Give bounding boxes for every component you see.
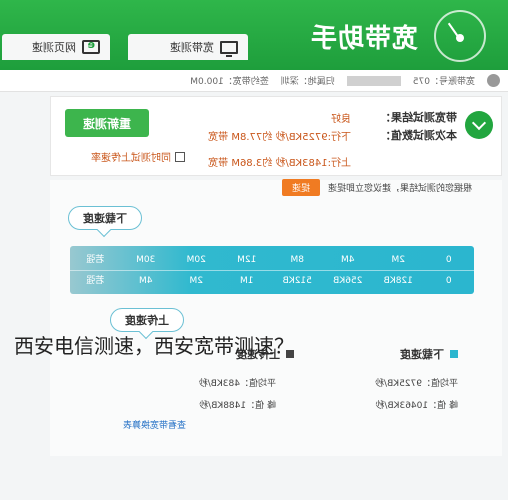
- download-scale-tick-6: 30M: [136, 255, 156, 265]
- measured-label: 本次测试数值：: [380, 129, 457, 142]
- upload-scale-tick-4: 1M: [240, 276, 254, 286]
- download-average: 平均值：9725KB/秒: [374, 379, 458, 389]
- retest-button[interactable]: 重新测速: [65, 109, 149, 137]
- result-label: 带宽测试结果：: [380, 111, 457, 124]
- download-speed-bubble: 下载速度: [68, 206, 142, 230]
- monitor-icon: [220, 40, 238, 54]
- upload-peak: 峰 值：1488KB/秒: [199, 401, 276, 411]
- upload-scale-tick-0: 0: [445, 276, 452, 286]
- tab-label: 宽带测速: [170, 41, 214, 54]
- download-scale-tick-4: 12M: [237, 255, 257, 265]
- package-label: 签约带宽：100.0M: [190, 77, 269, 87]
- webpage-icon: [82, 40, 100, 54]
- upload-scale-tick-7: 若强: [86, 276, 105, 286]
- download-scale-tick-3: 8M: [290, 255, 305, 265]
- collapse-arrow-icon[interactable]: [465, 111, 493, 139]
- speedup-advice: 根据您的测试结果，建议您立即提速 提速: [46, 178, 472, 196]
- tab-broadband-speed[interactable]: 宽带测速: [128, 34, 248, 60]
- download-scale-tick-7: 若强: [86, 255, 105, 265]
- download-scale-ticks: 0 2M 4M 8M 12M 20M 30M 若强: [70, 250, 474, 270]
- download-result: 下行:9725KB/秒 约77.8M 带宽: [208, 132, 351, 143]
- upload-speed-bubble: 上传速度: [110, 308, 184, 332]
- app-header: 宽带助手 宽带测速 网页测速: [0, 0, 508, 70]
- download-peak: 峰 值：10463KB/秒: [375, 401, 458, 411]
- upload-scale-tick-6: 4M: [139, 276, 153, 286]
- result-panel: 带宽测试结果： 良好 本次测试数值： 下行:9725KB/秒 约77.8M 带宽…: [50, 96, 502, 176]
- speedup-button[interactable]: 提速: [281, 178, 320, 196]
- speed-scale-bar: 0 2M 4M 8M 12M 20M 30M 若强 0 128KB 256KB 512KB 1M 2M 4…: [70, 246, 474, 294]
- redacted-account: [346, 75, 401, 86]
- upload-average: 平均值：483KB/秒: [198, 379, 276, 389]
- download-scale-tick-2: 4M: [341, 255, 355, 265]
- download-scale-tick-1: 2M: [391, 255, 406, 265]
- app-window: 宽带助手 宽带测速 网页测速 宽带账号：075 归属地：深圳 签约带宽：100.…: [0, 0, 508, 500]
- speed-gauge-icon: [434, 10, 486, 62]
- isp-label: 归属地：深圳: [280, 77, 335, 87]
- tab-webpage-speed[interactable]: 网页测速: [2, 34, 110, 60]
- download-scale-tick-0: 0: [445, 255, 452, 265]
- tab-label: 网页测速: [32, 41, 76, 54]
- upload-scale-tick-1: 128KB: [383, 276, 413, 286]
- upload-test-label: 同时测试上传速率: [91, 153, 171, 164]
- download-legend: 下载速度: [400, 346, 458, 362]
- overlay-caption: 西安电信测速，西安宽带测速？: [14, 334, 294, 358]
- upload-scale-ticks: 0 128KB 256KB 512KB 1M 2M 4M 若强: [70, 270, 474, 290]
- upload-scale-tick-5: 2M: [189, 276, 204, 286]
- download-legend-swatch: [450, 350, 458, 358]
- app-title: 宽带助手: [309, 24, 418, 54]
- account-info-bar: 宽带账号：075 归属地：深圳 签约带宽：100.0M: [0, 70, 508, 92]
- upload-result: 上行:1483KB/秒 约3.86M 带宽: [208, 158, 351, 169]
- download-scale-tick-5: 20M: [186, 255, 206, 265]
- upload-scale-tick-3: 512KB: [282, 276, 312, 286]
- user-icon: [487, 74, 500, 87]
- account-label: 宽带账号：075: [412, 77, 475, 87]
- upload-test-toggle[interactable]: 同时测试上传速率: [91, 149, 185, 164]
- bandwidth-table-link[interactable]: 查看带宽换算表: [123, 418, 186, 431]
- download-legend-label: 下载速度: [400, 348, 444, 361]
- advice-text: 根据您的测试结果，建议您立即提速: [327, 183, 472, 194]
- upload-scale-tick-2: 256KB: [333, 276, 363, 286]
- upload-test-checkbox[interactable]: [175, 151, 185, 162]
- result-value: 良好: [331, 114, 351, 125]
